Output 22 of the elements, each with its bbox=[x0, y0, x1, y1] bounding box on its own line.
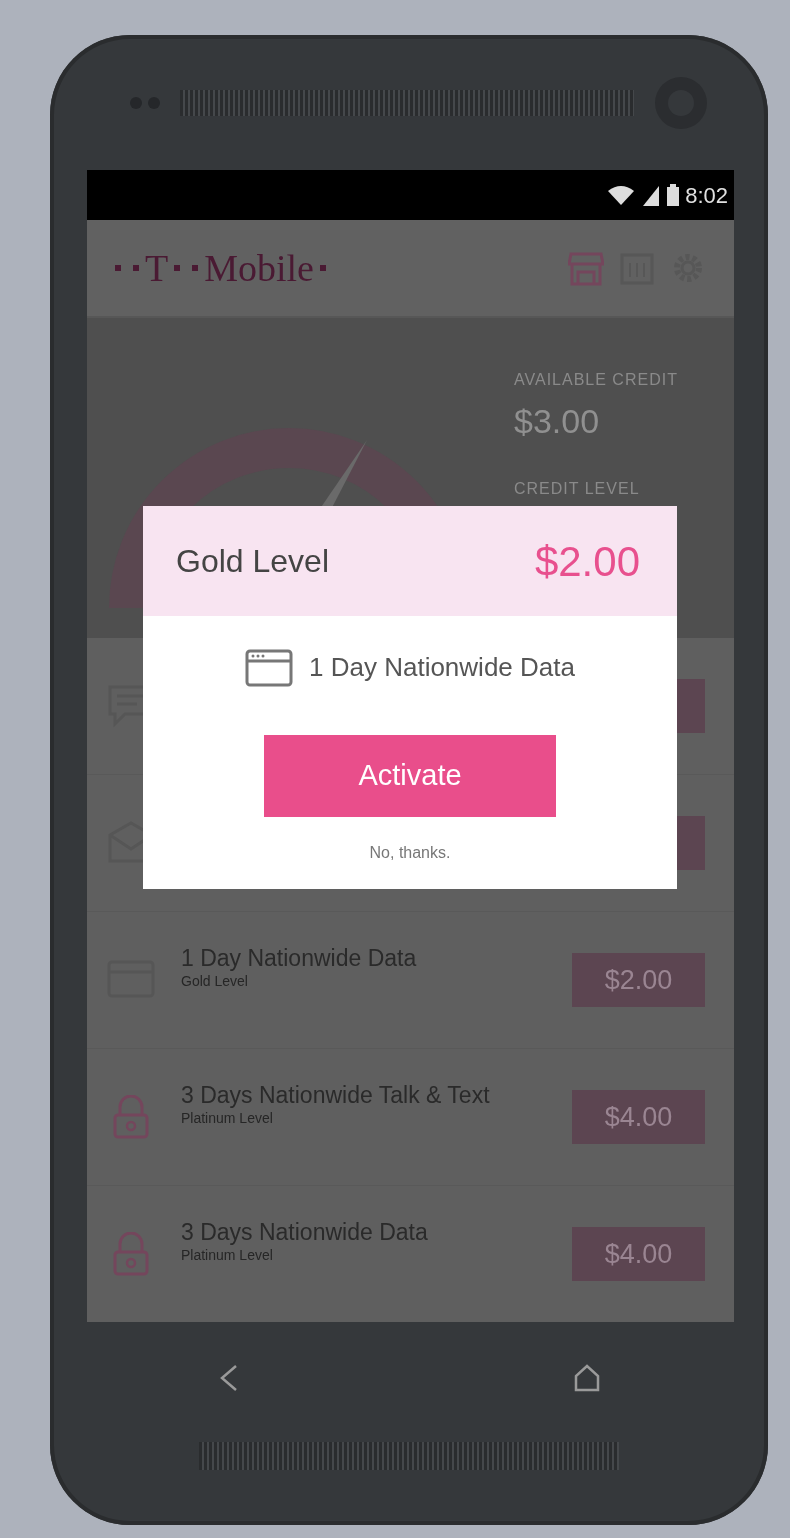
price-button[interactable]: $4.00 bbox=[572, 1090, 705, 1144]
dialog-title: Gold Level bbox=[176, 542, 329, 581]
dialog-price: $2.00 bbox=[534, 536, 640, 587]
data-card-icon bbox=[245, 648, 294, 687]
battery-icon bbox=[667, 184, 680, 206]
wifi-icon bbox=[607, 184, 636, 206]
price-button[interactable]: $2.00 bbox=[572, 953, 705, 1007]
available-credit-value: $3.00 bbox=[514, 401, 601, 442]
offer-level: Gold Level bbox=[181, 972, 249, 992]
credit-level-label: CREDIT LEVEL bbox=[514, 479, 641, 499]
offer-level: Platinum Level bbox=[181, 1109, 274, 1129]
home-icon[interactable] bbox=[572, 1363, 602, 1393]
dismiss-link[interactable]: No, thanks. bbox=[369, 841, 451, 865]
dialog-offer-name: 1 Day Nationwide Data bbox=[309, 651, 575, 684]
activate-button[interactable]: Activate bbox=[264, 735, 556, 817]
available-credit-label: AVAILABLE CREDIT bbox=[514, 370, 679, 390]
signal-icon bbox=[641, 184, 662, 206]
logo: T Mobile bbox=[109, 239, 332, 297]
status-time: 8:02 bbox=[685, 181, 728, 210]
price-button[interactable]: $4.00 bbox=[572, 1227, 705, 1281]
store-icon[interactable] bbox=[568, 250, 604, 286]
offer-level: Platinum Level bbox=[181, 1246, 274, 1266]
